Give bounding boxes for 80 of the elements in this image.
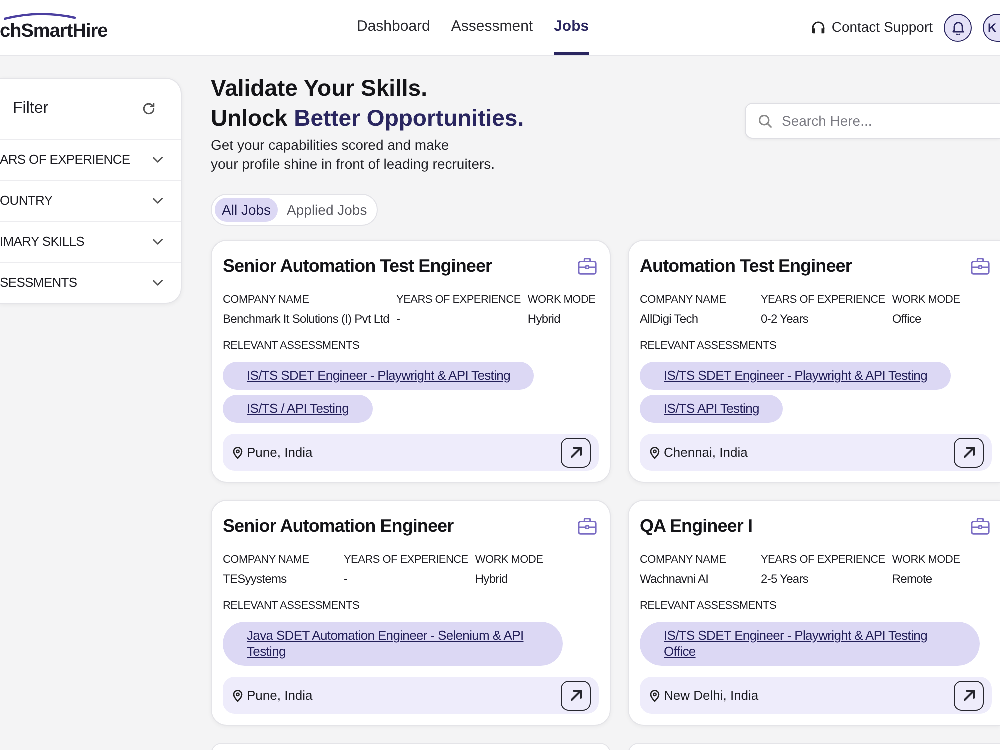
location-text: Pune, India bbox=[247, 686, 313, 705]
page-subtitle: Get your capabilities scored and make your profile shine in front of leading recruiters. bbox=[211, 136, 496, 174]
test-tag-link[interactable]: IS/TS SDET Engineer - Playwright & API Testing bbox=[223, 362, 534, 390]
profile-avatar[interactable]: K bbox=[983, 14, 1000, 42]
field-value: Hybrid bbox=[475, 572, 509, 586]
test-tag-link[interactable]: IS/TS / API Testing bbox=[223, 395, 373, 423]
field-label: YEARS OF EXPERIENCE bbox=[761, 553, 886, 567]
nav-link[interactable]: Assessment bbox=[451, 0, 534, 55]
nav-link[interactable]: Dashboard bbox=[357, 0, 430, 55]
field-label: COMPANY NAME bbox=[223, 553, 310, 567]
test-tag-link[interactable]: Java SDET Automation Engineer - Selenium & API Testing bbox=[223, 622, 563, 666]
logo-text: chSmartHire bbox=[0, 20, 106, 42]
open-job-button[interactable] bbox=[954, 438, 984, 468]
test-tag-link[interactable]: IS/TS SDET Engineer - Playwright & API Testing Office bbox=[640, 622, 980, 666]
field-value: TESyystems bbox=[223, 572, 288, 586]
arrow-up-right-icon bbox=[570, 447, 582, 458]
briefcase-icon bbox=[971, 258, 990, 274]
field-value: Office bbox=[892, 312, 922, 326]
location-pin-icon bbox=[233, 446, 243, 459]
job-title: QA Engineer I bbox=[640, 515, 753, 538]
field-value: AllDigi Tech bbox=[640, 312, 700, 326]
field-value: 2-5 Years bbox=[761, 572, 810, 586]
section-label: RELEVANT ASSESSMENTS bbox=[223, 339, 361, 353]
location-text: Chennai, India bbox=[664, 444, 748, 462]
arrow-up-right-icon bbox=[570, 690, 582, 701]
location-pin-icon bbox=[650, 689, 660, 702]
notification-button[interactable] bbox=[944, 14, 972, 42]
location-pin-icon bbox=[650, 446, 660, 459]
field-label: YEARS OF EXPERIENCE bbox=[761, 293, 886, 307]
arrow-up-right-icon bbox=[964, 447, 974, 458]
field-label: WORK MODE bbox=[892, 553, 960, 567]
field-label: WORK MODE bbox=[892, 293, 960, 307]
job-title: Senior Automation Engineer bbox=[223, 515, 454, 538]
briefcase-icon bbox=[578, 258, 597, 274]
field-label: WORK MODE bbox=[475, 553, 544, 567]
filter-section[interactable]: IMARY SKILLS bbox=[0, 221, 181, 262]
filter-section[interactable]: ARS OF EXPERIENCE bbox=[0, 139, 181, 180]
field-value: Remote bbox=[892, 572, 934, 586]
test-tag-link[interactable]: IS/TS SDET Engineer - Playwright & API Testing bbox=[640, 362, 952, 390]
open-job-button[interactable] bbox=[954, 680, 984, 710]
test-tag-link[interactable]: IS/TS API Testing bbox=[640, 395, 784, 423]
job-title: Automation Test Engineer bbox=[640, 255, 852, 278]
field-label: YEARS OF EXPERIENCE bbox=[344, 553, 468, 567]
field-value: Hybrid bbox=[528, 312, 562, 326]
field-value: 0-2 Years bbox=[761, 312, 810, 326]
location-text: Pune, India bbox=[247, 444, 313, 462]
arrow-up-right-icon bbox=[964, 690, 974, 701]
search-icon bbox=[759, 115, 772, 128]
jobs-tab[interactable]: Applied Jobs bbox=[280, 198, 374, 222]
field-value: Benchmark It Solutions (I) Pvt Ltd bbox=[223, 312, 390, 326]
field-label: COMPANY NAME bbox=[223, 293, 310, 307]
section-label: RELEVANT ASSESSMENTS bbox=[640, 599, 778, 613]
section-label: RELEVANT ASSESSMENTS bbox=[223, 599, 361, 613]
field-value: - bbox=[344, 572, 349, 586]
filter-title: Filter bbox=[13, 99, 49, 119]
briefcase-icon bbox=[971, 518, 990, 534]
filter-section[interactable]: OUNTRY bbox=[0, 180, 181, 221]
job-title: Senior Automation Test Engineer bbox=[223, 255, 492, 278]
page-heading: Validate Your Skills. Unlock Better Opportunities. bbox=[211, 74, 524, 133]
refresh-icon[interactable] bbox=[143, 103, 155, 115]
contact-support-link[interactable]: Contact Support bbox=[812, 17, 933, 38]
nav-link[interactable]: Jobs bbox=[554, 0, 590, 55]
field-label: YEARS OF EXPERIENCE bbox=[396, 293, 521, 307]
section-label: RELEVANT ASSESSMENTS bbox=[640, 339, 778, 353]
jobs-tab[interactable]: All Jobs bbox=[215, 198, 278, 222]
open-job-button[interactable] bbox=[561, 680, 591, 710]
open-job-button[interactable] bbox=[561, 438, 591, 468]
logo-arc-icon bbox=[4, 12, 76, 20]
search-field[interactable]: Search Here... bbox=[745, 103, 1000, 139]
location-pin-icon bbox=[233, 689, 243, 702]
field-value: Wachnavni AI bbox=[640, 572, 710, 586]
filter-section[interactable]: SESSMENTS bbox=[0, 262, 181, 303]
headset-icon bbox=[812, 21, 825, 34]
field-label: WORK MODE bbox=[528, 293, 596, 307]
field-value: - bbox=[396, 312, 402, 326]
location-text: New Delhi, India bbox=[664, 686, 759, 705]
field-label: COMPANY NAME bbox=[640, 553, 728, 567]
briefcase-icon bbox=[578, 518, 597, 534]
field-label: COMPANY NAME bbox=[640, 293, 728, 307]
bell-icon bbox=[952, 20, 964, 34]
